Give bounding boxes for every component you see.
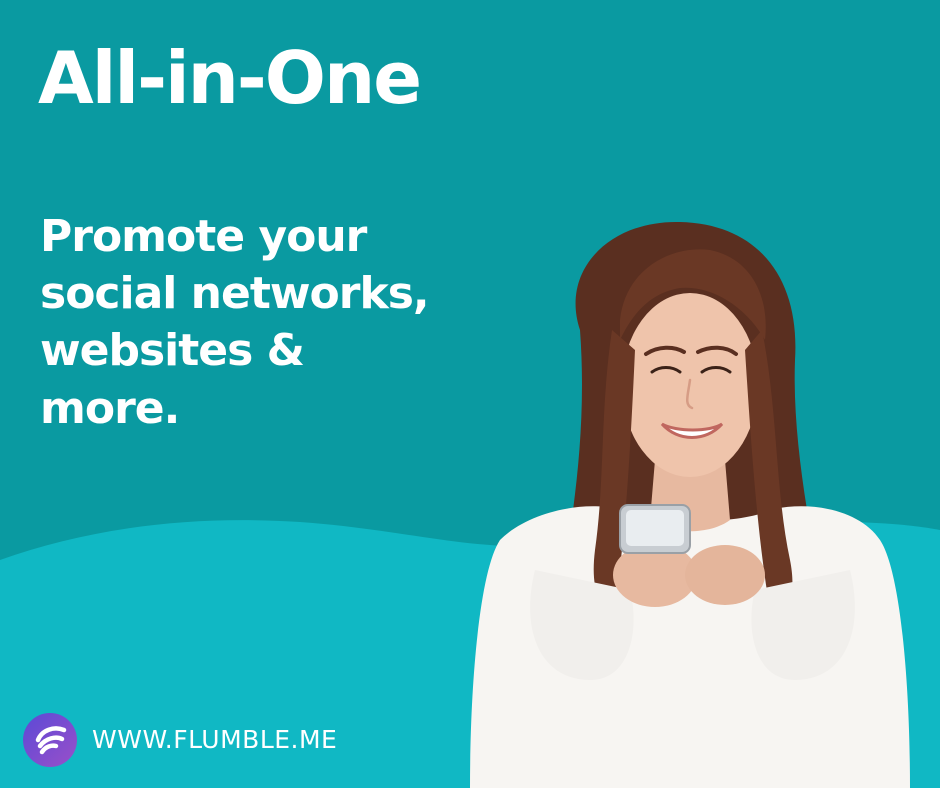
flumble-logo-icon xyxy=(23,713,77,767)
subheadline-line-3: websites & xyxy=(40,325,305,377)
website-url[interactable]: WWW.FLUMBLE.ME xyxy=(92,727,337,752)
subheadline-line-2: social networks, xyxy=(40,268,430,320)
subheadline-line-1: Promote your xyxy=(40,211,367,262)
promo-banner: All-in-One Promote your social networks,… xyxy=(0,0,940,788)
woman-with-phone-photo xyxy=(470,221,910,788)
headline: All-in-One xyxy=(38,36,422,120)
subheadline-line-4: more. xyxy=(40,382,180,434)
subheadline: Promote your social networks, websites &… xyxy=(40,208,430,437)
